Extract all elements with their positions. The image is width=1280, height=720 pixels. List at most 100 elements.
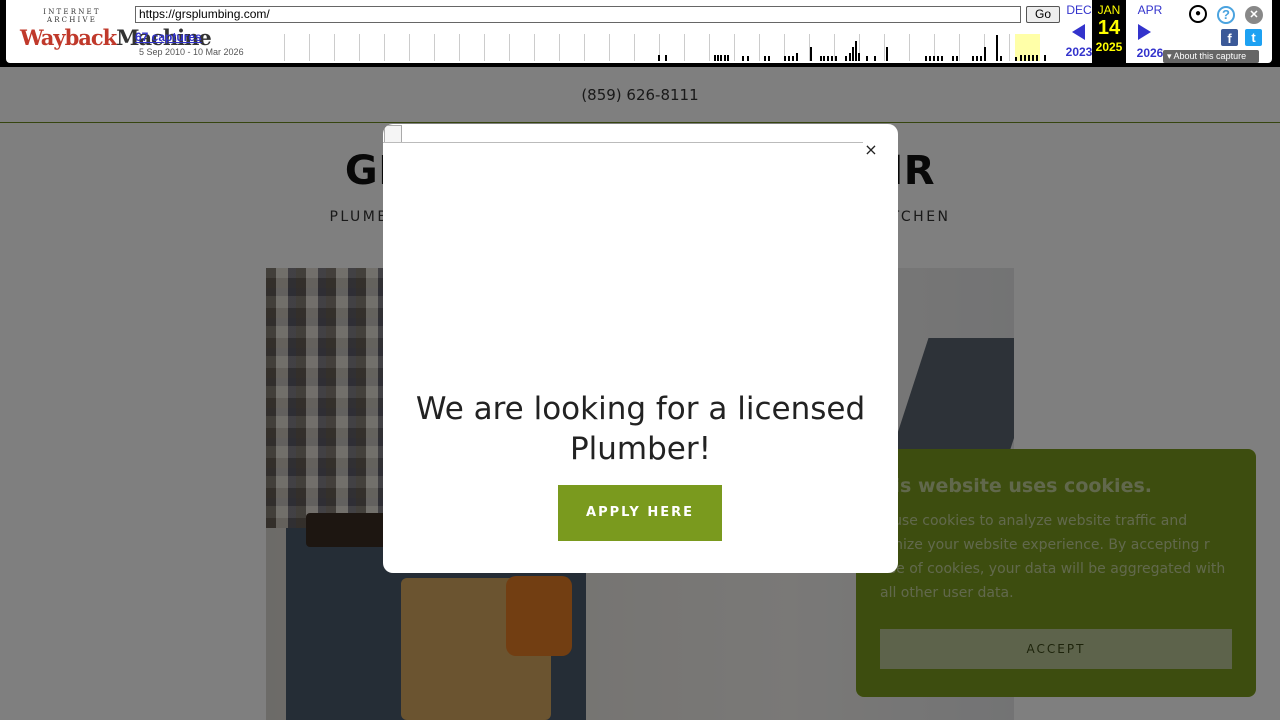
- sparkline-year-cell[interactable]: [509, 34, 534, 61]
- twitter-icon[interactable]: t: [1245, 29, 1262, 46]
- sparkline-bar: [996, 35, 998, 61]
- next-capture-arrow-icon[interactable]: [1138, 24, 1151, 40]
- sparkline-year-cell[interactable]: [359, 34, 384, 61]
- sparkline-bar: [849, 53, 851, 61]
- sparkline-bar: [835, 56, 837, 61]
- prev-month-label[interactable]: DEC: [1062, 3, 1096, 17]
- logo-wayback-machine: WaybackMachine: [20, 25, 212, 50]
- sparkline-bar: [886, 47, 888, 61]
- sparkline-bar: [1028, 55, 1030, 61]
- modal-heading: We are looking for a licensed Plumber!: [415, 391, 866, 467]
- sparkline-bar: [852, 47, 854, 61]
- modal-divider: [383, 142, 863, 143]
- prev-capture-arrow-icon[interactable]: [1072, 24, 1085, 40]
- sparkline-bar: [929, 56, 931, 61]
- sparkline-year-cell[interactable]: [759, 34, 784, 61]
- sparkline-bar: [827, 56, 829, 61]
- sparkline-year-cell[interactable]: [459, 34, 484, 61]
- wayback-go-button[interactable]: Go: [1026, 6, 1060, 23]
- sparkline-bar: [845, 56, 847, 61]
- sparkline-bar: [956, 56, 958, 61]
- next-month-label[interactable]: APR: [1133, 3, 1167, 17]
- sparkline-bar: [1044, 55, 1046, 61]
- sparkline-bar: [858, 53, 860, 61]
- broken-image-icon: [384, 125, 402, 143]
- sparkline-bar: [1032, 55, 1034, 61]
- job-popup-modal: × We are looking for a licensed Plumber!…: [383, 124, 898, 573]
- sparkline-bar: [1024, 55, 1026, 61]
- sparkline-year-cell[interactable]: [559, 34, 584, 61]
- sparkline-bar: [720, 55, 722, 61]
- sparkline-bar: [727, 55, 729, 61]
- captures-link[interactable]: 67 captures: [135, 30, 202, 44]
- sparkline-year-cell[interactable]: [409, 34, 434, 61]
- sparkline-bar: [976, 56, 978, 61]
- sparkline-bar: [810, 47, 812, 61]
- sparkline-year-cell[interactable]: [334, 34, 359, 61]
- sparkline-bar: [724, 55, 726, 61]
- sparkline-bar: [823, 56, 825, 61]
- sparkline-year-cell[interactable]: [434, 34, 459, 61]
- sparkline-bar: [1015, 57, 1017, 61]
- sparkline-bar: [933, 56, 935, 61]
- about-capture-button[interactable]: ▾ About this capture: [1163, 50, 1259, 63]
- next-year-label[interactable]: 2026: [1133, 46, 1167, 60]
- sparkline-bar: [952, 56, 954, 61]
- logo-internet-archive: INTERNET ARCHIVE: [43, 8, 101, 24]
- sparkline-bar: [788, 56, 790, 61]
- wayback-logo[interactable]: INTERNET ARCHIVE WaybackMachine: [20, 8, 212, 52]
- sparkline-year-cell[interactable]: [484, 34, 509, 61]
- sparkline-bar: [1020, 55, 1022, 61]
- sparkline-bar: [925, 56, 927, 61]
- sparkline-bar: [1036, 55, 1038, 61]
- sparkline-bar: [665, 55, 667, 61]
- sparkline-bar: [820, 56, 822, 61]
- sparkline-year-cell[interactable]: [634, 34, 659, 61]
- about-capture-label: About this capture: [1173, 51, 1247, 61]
- sparkline-bar: [792, 56, 794, 61]
- apply-here-button[interactable]: APPLY HERE: [558, 485, 722, 541]
- current-year: 2025: [1095, 40, 1123, 54]
- sparkline-year-cell[interactable]: [284, 34, 309, 61]
- capture-sparkline[interactable]: [284, 34, 1060, 61]
- sparkline-bar: [937, 56, 939, 61]
- sparkline-bar: [984, 47, 986, 61]
- sparkline-bar: [784, 56, 786, 61]
- current-capture-date: JAN 14 2025: [1092, 0, 1126, 63]
- modal-close-icon[interactable]: ×: [861, 140, 881, 160]
- sparkline-year-cell[interactable]: [384, 34, 409, 61]
- sparkline-bar: [874, 56, 876, 61]
- sparkline-bar: [658, 55, 660, 61]
- wayback-url-input[interactable]: https://grsplumbing.com/: [135, 6, 1021, 23]
- sparkline-bar: [866, 56, 868, 61]
- help-icon[interactable]: ?: [1217, 6, 1235, 24]
- facebook-icon[interactable]: f: [1221, 29, 1238, 46]
- user-icon[interactable]: ●: [1189, 5, 1207, 23]
- sparkline-bar: [831, 56, 833, 61]
- sparkline-bar: [764, 56, 766, 61]
- sparkline-year-cell[interactable]: [584, 34, 609, 61]
- wayback-toolbar: INTERNET ARCHIVE WaybackMachine https://…: [0, 0, 1280, 67]
- sparkline-year-cell[interactable]: [859, 34, 884, 61]
- cookie-dim: [856, 449, 1256, 697]
- prev-year-label[interactable]: 2023: [1062, 45, 1096, 59]
- sparkline-year-cell[interactable]: [609, 34, 634, 61]
- sparkline-bar: [747, 56, 749, 61]
- sparkline-year-cell[interactable]: [309, 34, 334, 61]
- sparkline-bar: [717, 55, 719, 61]
- sparkline-bar: [1000, 56, 1002, 61]
- capture-date-range: 5 Sep 2010 - 10 Mar 2026: [139, 47, 244, 57]
- sparkline-bar: [980, 56, 982, 61]
- sparkline-bar: [742, 56, 744, 61]
- sparkline-bar: [972, 56, 974, 61]
- sparkline-year-cell[interactable]: [659, 34, 684, 61]
- sparkline-bar: [768, 56, 770, 61]
- sparkline-bar: [855, 41, 857, 61]
- sparkline-bar: [796, 53, 798, 61]
- sparkline-year-cell[interactable]: [534, 34, 559, 61]
- sparkline-year-cell[interactable]: [684, 34, 709, 61]
- sparkline-bar: [941, 56, 943, 61]
- current-day: 14: [1097, 17, 1121, 39]
- current-month: JAN: [1097, 3, 1121, 17]
- close-toolbar-icon[interactable]: ✕: [1245, 6, 1263, 24]
